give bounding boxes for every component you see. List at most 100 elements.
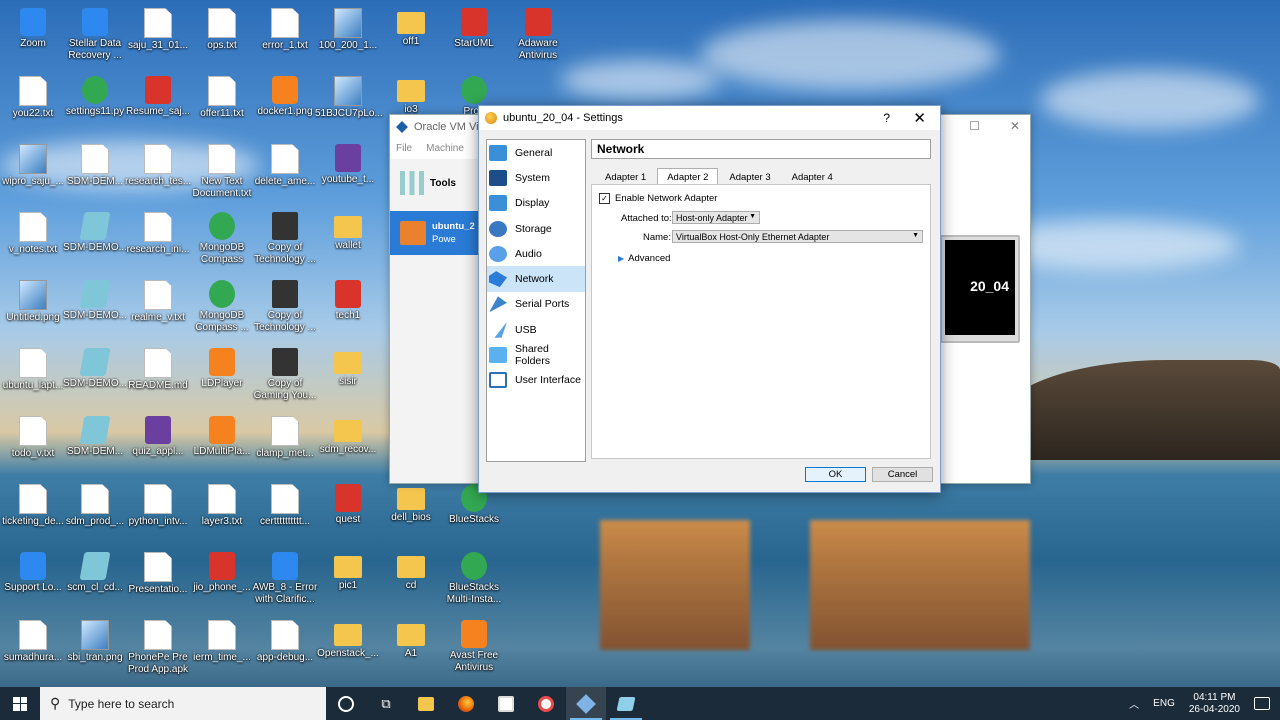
- desktop-icon[interactable]: sdm_recov...: [315, 412, 381, 472]
- desktop-icon[interactable]: quest: [315, 480, 381, 540]
- category-display[interactable]: Display: [487, 191, 585, 216]
- desktop-icon[interactable]: todo_v.txt: [0, 412, 66, 472]
- category-usb[interactable]: USB: [487, 317, 585, 342]
- desktop-icon[interactable]: tech1: [315, 276, 381, 336]
- language-indicator[interactable]: ENG: [1153, 698, 1175, 709]
- desktop-icon[interactable]: Copy of Technology ...: [252, 276, 318, 336]
- category-user-interface[interactable]: User Interface: [487, 368, 585, 393]
- desktop-icon[interactable]: New Text Document.txt: [189, 140, 255, 200]
- desktop-icon[interactable]: offer11.txt: [189, 72, 255, 132]
- desktop-icon[interactable]: AWB_8 - Error with Clarific...: [252, 548, 318, 608]
- desktop-icon[interactable]: sisir: [315, 344, 381, 404]
- desktop-icon[interactable]: ticketing_de...: [0, 480, 66, 540]
- desktop-icon[interactable]: settings11.py: [62, 72, 128, 132]
- desktop-icon[interactable]: v_notes.txt: [0, 208, 66, 268]
- desktop-icon[interactable]: Openstack_...: [315, 616, 381, 676]
- category-network[interactable]: Network: [487, 266, 585, 292]
- desktop-icon[interactable]: cd: [378, 548, 444, 608]
- category-serial-ports[interactable]: Serial Ports: [487, 292, 585, 317]
- desktop-icon[interactable]: certttttttttt...: [252, 480, 318, 540]
- cancel-button[interactable]: Cancel: [872, 467, 933, 482]
- desktop-icon[interactable]: error_1.txt: [252, 4, 318, 64]
- desktop-icon[interactable]: SDM-DEMO...: [62, 276, 128, 336]
- desktop-icon[interactable]: app-debug...: [252, 616, 318, 676]
- desktop-icon[interactable]: SDM-DEMO...: [62, 344, 128, 404]
- taskbar-firefox[interactable]: [446, 687, 486, 720]
- start-button[interactable]: [0, 687, 40, 720]
- chevron-up-icon[interactable]: ︿: [1129, 696, 1139, 711]
- desktop-icon[interactable]: A1: [378, 616, 444, 676]
- desktop-icon[interactable]: saju_31_01...: [125, 4, 191, 64]
- enable-adapter-checkbox[interactable]: ✓: [599, 193, 610, 204]
- desktop-icon[interactable]: SDM-DEMO...: [62, 208, 128, 268]
- help-button[interactable]: ?: [883, 111, 890, 125]
- taskbar-store[interactable]: [486, 687, 526, 720]
- desktop-icon[interactable]: quiz_appl...: [125, 412, 191, 472]
- desktop-icon[interactable]: Zoom: [0, 4, 66, 64]
- desktop-icon[interactable]: clamp_met...: [252, 412, 318, 472]
- close-icon[interactable]: ✕: [1010, 119, 1020, 133]
- desktop-icon[interactable]: Avast Free Antivirus: [441, 616, 507, 676]
- ok-button[interactable]: OK: [805, 467, 866, 482]
- clock[interactable]: 04:11 PM 26-04-2020: [1189, 692, 1240, 716]
- menu-machine[interactable]: Machine: [426, 143, 464, 154]
- category-audio[interactable]: Audio: [487, 241, 585, 266]
- desktop-icon[interactable]: off1: [378, 4, 444, 64]
- desktop-icon[interactable]: realme_v.txt: [125, 276, 191, 336]
- category-storage[interactable]: Storage: [487, 216, 585, 241]
- taskbar-notepad[interactable]: [606, 687, 646, 720]
- desktop-icon[interactable]: PhonePe Pre Prod App.apk: [125, 616, 191, 676]
- desktop-icon[interactable]: youtube_t...: [315, 140, 381, 200]
- desktop-icon[interactable]: delete_ame...: [252, 140, 318, 200]
- category-general[interactable]: General: [487, 140, 585, 165]
- desktop-icon[interactable]: sdm_prod_...: [62, 480, 128, 540]
- category-shared-folders[interactable]: Shared Folders: [487, 342, 585, 367]
- desktop-icon[interactable]: jio_phone_...: [189, 548, 255, 608]
- desktop-icon[interactable]: you22.txt: [0, 72, 66, 132]
- tools-item[interactable]: Tools: [390, 159, 480, 207]
- vm-item-ubuntu[interactable]: ubuntu_2 Powe: [390, 211, 480, 255]
- desktop-icon[interactable]: Adaware Antivirus: [505, 4, 571, 64]
- desktop-icon[interactable]: MongoDB Compass: [189, 208, 255, 268]
- notification-icon[interactable]: [1254, 697, 1270, 710]
- desktop-icon[interactable]: README.md: [125, 344, 191, 404]
- category-system[interactable]: System: [487, 165, 585, 190]
- desktop-icon[interactable]: Untitled.png: [0, 276, 66, 336]
- desktop-icon[interactable]: ierm_time_...: [189, 616, 255, 676]
- desktop-icon[interactable]: scm_cl_cd...: [62, 548, 128, 608]
- desktop-icon[interactable]: dell_bios: [378, 480, 444, 540]
- taskbar-search[interactable]: ⚲ Type here to search: [40, 687, 326, 720]
- desktop-icon[interactable]: docker1.png: [252, 72, 318, 132]
- desktop-icon[interactable]: sbi_tran.png: [62, 616, 128, 676]
- desktop-icon[interactable]: LDPlayer: [189, 344, 255, 404]
- desktop-icon[interactable]: research_ini...: [125, 208, 191, 268]
- desktop-icon[interactable]: SDM-DEM...: [62, 140, 128, 200]
- desktop-icon[interactable]: ubuntu_lapt...: [0, 344, 66, 404]
- desktop-icon[interactable]: research_tes...: [125, 140, 191, 200]
- taskbar-app-circle[interactable]: [526, 687, 566, 720]
- desktop-icon[interactable]: StarUML: [441, 4, 507, 64]
- desktop-icon[interactable]: LDMultiPla...: [189, 412, 255, 472]
- desktop-icon[interactable]: MongoDB Compass ...: [189, 276, 255, 336]
- desktop-icon[interactable]: wipro_saju_...: [0, 140, 66, 200]
- desktop-icon[interactable]: sumadhura...: [0, 616, 66, 676]
- desktop-icon[interactable]: 51BJCU7pLo...: [315, 72, 383, 132]
- desktop-icon[interactable]: wallet: [315, 208, 381, 268]
- desktop-icon[interactable]: layer3.txt: [189, 480, 255, 540]
- desktop-icon[interactable]: BlueStacks Multi-Insta...: [441, 548, 507, 608]
- settings-dialog[interactable]: ubuntu_20_04 - Settings ? ✕ General Syste…: [478, 105, 941, 493]
- desktop-icon[interactable]: pic1: [315, 548, 381, 608]
- maximize-icon[interactable]: ☐: [969, 119, 980, 133]
- desktop-icon[interactable]: ops.txt: [189, 4, 255, 64]
- task-view-button[interactable]: ⧉: [366, 687, 406, 720]
- adapter-name-select[interactable]: VirtualBox Host-Only Ethernet Adapter ▼: [672, 230, 923, 243]
- taskbar-virtualbox[interactable]: [566, 687, 606, 720]
- menu-file[interactable]: File: [396, 143, 412, 154]
- desktop-icon[interactable]: SDM-DEM...: [62, 412, 128, 472]
- cortana-button[interactable]: [326, 687, 366, 720]
- desktop-icon[interactable]: Presentatio...: [125, 548, 191, 608]
- desktop-icon[interactable]: Resume_saj...: [125, 72, 191, 132]
- enable-network-adapter[interactable]: ✓ Enable Network Adapter: [599, 193, 717, 204]
- desktop-icon[interactable]: Copy of Technology ...: [252, 208, 318, 268]
- attached-to-select[interactable]: Host-only Adapter ▼: [672, 211, 760, 224]
